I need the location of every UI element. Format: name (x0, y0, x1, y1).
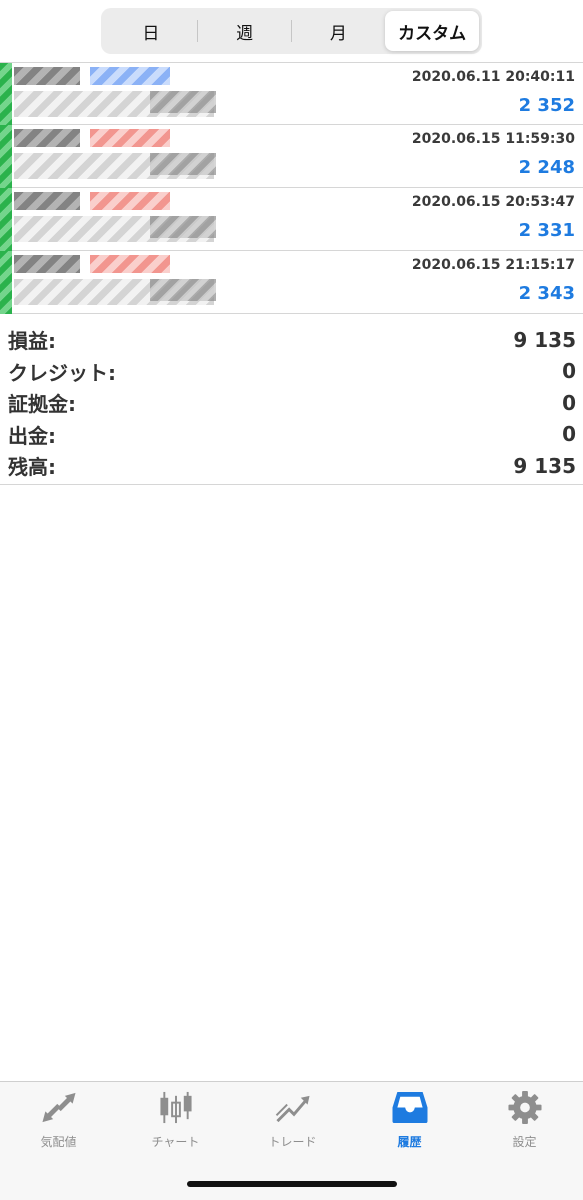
obscured-trade-details (0, 63, 228, 126)
trade-row[interactable]: 2020.06.15 11:59:30 2 248 (0, 125, 583, 188)
candlestick-icon (159, 1091, 192, 1124)
trade-profit: 2 352 (518, 95, 575, 116)
tab-custom[interactable]: カスタム (385, 11, 479, 51)
obscured-trade-details (0, 251, 228, 314)
tab-day[interactable]: 日 (104, 11, 198, 51)
tab-month-label: 月 (329, 23, 347, 44)
summary-label: 出金: (8, 423, 56, 448)
tab-trade-label: トレード (268, 1135, 317, 1149)
summary-label: 残高: (8, 455, 56, 480)
tab-day-label: 日 (142, 23, 160, 44)
obscured-trade-details (0, 125, 228, 188)
summary-label: 損益: (8, 329, 56, 354)
trade-datetime: 2020.06.15 11:59:30 (411, 131, 575, 147)
trade-trend-icon (275, 1095, 310, 1123)
trade-row[interactable]: 2020.06.15 20:53:47 2 331 (0, 188, 583, 251)
account-summary: 損益: 9 135 クレジット: 0 証拠金: 0 出金: 0 残高: 9 13… (0, 318, 583, 485)
trade-profit: 2 343 (518, 283, 575, 304)
summary-row-credit: クレジット: 0 (0, 356, 583, 388)
summary-value: 0 (562, 422, 576, 447)
quotes-arrows-icon (41, 1092, 76, 1123)
gear-icon (507, 1090, 542, 1125)
trade-datetime: 2020.06.15 21:15:17 (411, 257, 575, 273)
summary-value: 9 135 (513, 327, 576, 352)
tab-week-label: 週 (236, 23, 254, 44)
tab-quotes[interactable]: 気配値 (0, 1090, 117, 1150)
tab-settings-label: 設定 (512, 1135, 537, 1149)
tab-month[interactable]: 月 (292, 11, 386, 51)
tab-custom-label: カスタム (398, 23, 467, 44)
tab-chart[interactable]: チャート (117, 1090, 234, 1150)
summary-row-withdrawal: 出金: 0 (0, 419, 583, 451)
tab-history[interactable]: 履歴 (351, 1090, 468, 1150)
summary-label: 証拠金: (8, 392, 76, 417)
summary-value: 0 (562, 390, 576, 415)
trade-datetime: 2020.06.15 20:53:47 (411, 194, 575, 210)
period-segmented-control: 日 週 月 カスタム (101, 8, 482, 54)
tab-week[interactable]: 週 (198, 11, 292, 51)
trade-history-list: 2020.06.11 20:40:11 2 352 2020.06.15 11:… (0, 62, 583, 314)
trade-datetime: 2020.06.11 20:40:11 (411, 69, 575, 85)
tab-settings[interactable]: 設定 (466, 1090, 583, 1150)
summary-value: 0 (562, 359, 576, 384)
trade-profit: 2 331 (518, 220, 575, 241)
summary-value: 9 135 (513, 453, 576, 478)
tab-quotes-label: 気配値 (40, 1135, 77, 1149)
trade-profit: 2 248 (518, 157, 575, 178)
summary-row-profit: 損益: 9 135 (0, 324, 583, 356)
summary-label: クレジット: (8, 360, 116, 385)
tab-chart-label: チャート (151, 1135, 200, 1149)
obscured-trade-details (0, 188, 228, 251)
summary-row-balance: 残高: 9 135 (0, 450, 583, 482)
home-indicator (187, 1181, 397, 1187)
trade-row[interactable]: 2020.06.15 21:15:17 2 343 (0, 251, 583, 314)
tab-history-label: 履歴 (397, 1135, 422, 1149)
trade-row[interactable]: 2020.06.11 20:40:11 2 352 (0, 62, 583, 126)
summary-row-margin: 証拠金: 0 (0, 387, 583, 419)
history-inbox-icon (392, 1091, 427, 1124)
tab-trade[interactable]: トレード (234, 1090, 351, 1150)
